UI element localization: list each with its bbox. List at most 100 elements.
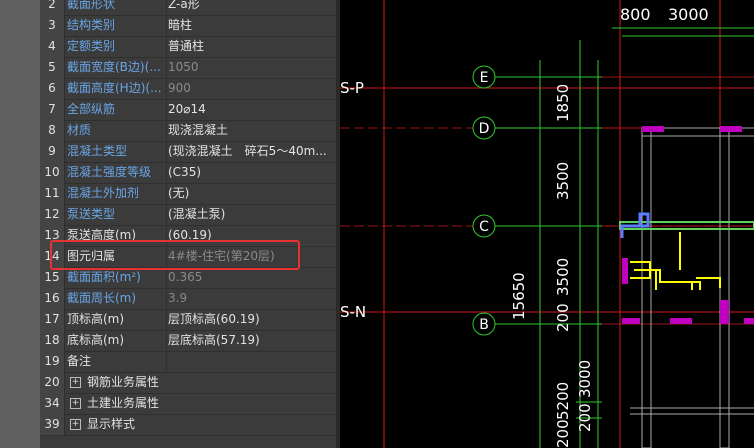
- expand-plus-icon[interactable]: +: [70, 419, 81, 430]
- vert-dim-3500b: 3500: [554, 258, 572, 296]
- row-number: 4: [40, 36, 65, 57]
- row-number: 16: [40, 288, 65, 309]
- vert-dim-3500a: 3500: [554, 162, 572, 200]
- property-value[interactable]: (混凝土泵): [166, 204, 336, 225]
- row-number: 19: [40, 351, 65, 372]
- group-label: 钢筋业务属性: [87, 375, 160, 389]
- property-name: 全部纵筋: [65, 99, 167, 120]
- property-name: 定额类别: [65, 36, 167, 57]
- row-number: 11: [40, 183, 65, 204]
- property-name: 顶标高(m): [65, 309, 167, 330]
- property-value[interactable]: [166, 351, 336, 372]
- property-value[interactable]: 0.365: [166, 267, 336, 288]
- properties-panel: 2 截面形状 Z-a形 3 结构类别 暗柱 4 定额类别 普通柱 5 截面宽度(B边)(... 105…: [0, 0, 340, 448]
- property-name: 截面周长(m): [65, 288, 167, 309]
- property-row[interactable]: 9 混凝土类型 (现浇混凝土 碎石5～40m...: [40, 141, 336, 163]
- property-value[interactable]: 普通柱: [166, 36, 336, 57]
- vert-dim-5200: 5200: [554, 382, 572, 420]
- property-group-row[interactable]: 34 + 土建业务属性: [40, 393, 336, 415]
- vert-dim-1850: 1850: [554, 84, 572, 122]
- property-name: 底标高(m): [65, 330, 167, 351]
- row-number: 2: [40, 0, 65, 15]
- property-value[interactable]: Z-a形: [166, 0, 336, 15]
- property-value[interactable]: (现浇混凝土 碎石5～40m...: [166, 141, 336, 162]
- property-name: 材质: [65, 120, 167, 141]
- property-name: 结构类别: [65, 15, 167, 36]
- row-number: 39: [40, 414, 65, 435]
- property-value[interactable]: 900: [166, 78, 336, 99]
- property-name: 截面面积(m²): [65, 267, 167, 288]
- property-row[interactable]: 5 截面宽度(B边)(... 1050: [40, 57, 336, 79]
- property-name: 截面宽度(B边)(...: [65, 57, 167, 78]
- property-row[interactable]: 16 截面周长(m) 3.9: [40, 288, 336, 310]
- vert-dim-3000: 3000: [576, 360, 594, 398]
- vert-dim-15650: 15650: [510, 272, 528, 320]
- row-number: 12: [40, 204, 65, 225]
- property-name: 备注: [65, 351, 167, 372]
- axis-label-d: D: [479, 121, 490, 137]
- property-value[interactable]: 层底标高(57.19): [166, 330, 336, 351]
- group-label: 显示样式: [87, 417, 136, 431]
- row-number: 20: [40, 372, 65, 393]
- property-row[interactable]: 3 结构类别 暗柱: [40, 15, 336, 37]
- property-value[interactable]: (C35): [166, 162, 336, 183]
- top-dim-800: 800: [620, 5, 651, 24]
- cad-drawing-canvas[interactable]: E D C B S-P S-N 800 3000 1850 3500 3500 …: [340, 0, 754, 448]
- property-name: 混凝土强度等级: [65, 162, 167, 183]
- property-row[interactable]: 8 材质 现浇混凝土: [40, 120, 336, 142]
- axis-label-c: C: [479, 219, 489, 235]
- row-number: 17: [40, 309, 65, 330]
- expand-plus-icon[interactable]: +: [70, 377, 81, 388]
- vert-dim-200a: 200: [554, 303, 572, 332]
- group-name[interactable]: + 显示样式: [65, 414, 337, 435]
- property-group-row[interactable]: 39 + 显示样式: [40, 414, 336, 436]
- property-row[interactable]: 6 截面高度(H边)(... 900: [40, 78, 336, 100]
- property-row[interactable]: 10 混凝土强度等级 (C35): [40, 162, 336, 184]
- property-value[interactable]: 1050: [166, 57, 336, 78]
- property-row[interactable]: 18 底标高(m) 层底标高(57.19): [40, 330, 336, 352]
- property-value[interactable]: (无): [166, 183, 336, 204]
- property-name: 泵送类型: [65, 204, 167, 225]
- property-value[interactable]: 暗柱: [166, 15, 336, 36]
- property-name: 截面高度(H边)(...: [65, 78, 167, 99]
- row-number: 34: [40, 393, 65, 414]
- section-label-sp: S-P: [340, 79, 364, 97]
- property-value[interactable]: 20⌀14: [166, 99, 336, 120]
- vert-dim-200b: 200: [576, 403, 594, 432]
- axis-label-b: B: [479, 317, 489, 333]
- property-row[interactable]: 4 定额类别 普通柱: [40, 36, 336, 58]
- property-value[interactable]: 现浇混凝土: [166, 120, 336, 141]
- property-row[interactable]: 7 全部纵筋 20⌀14: [40, 99, 336, 121]
- property-value[interactable]: 3.9: [166, 288, 336, 309]
- row-number: 3: [40, 15, 65, 36]
- group-label: 土建业务属性: [87, 396, 160, 410]
- group-name[interactable]: + 土建业务属性: [65, 393, 337, 414]
- property-name: 混凝土类型: [65, 141, 167, 162]
- top-dim-3000: 3000: [668, 5, 709, 24]
- property-name: 截面形状: [65, 0, 167, 15]
- property-name: 混凝土外加剂: [65, 183, 167, 204]
- cad-drawing-svg[interactable]: E D C B S-P S-N 800 3000 1850 3500 3500 …: [340, 0, 754, 448]
- row-number: 10: [40, 162, 65, 183]
- property-row[interactable]: 12 泵送类型 (混凝土泵): [40, 204, 336, 226]
- row-number: 5: [40, 57, 65, 78]
- property-value[interactable]: 层顶标高(60.19): [166, 309, 336, 330]
- property-row[interactable]: 2 截面形状 Z-a形: [40, 0, 336, 16]
- row-number: 6: [40, 78, 65, 99]
- group-name[interactable]: + 钢筋业务属性: [65, 372, 337, 393]
- axis-label-e: E: [480, 70, 489, 86]
- row-number: 8: [40, 120, 65, 141]
- row-number: 7: [40, 99, 65, 120]
- property-row[interactable]: 17 顶标高(m) 层顶标高(60.19): [40, 309, 336, 331]
- property-row[interactable]: 15 截面面积(m²) 0.365: [40, 267, 336, 289]
- section-label-sn: S-N: [340, 303, 366, 321]
- property-row[interactable]: 19 备注: [40, 351, 336, 373]
- expand-plus-icon[interactable]: +: [70, 398, 81, 409]
- vert-dim-200c: 200: [554, 419, 572, 448]
- property-group-row[interactable]: 20 + 钢筋业务属性: [40, 372, 336, 394]
- panel-gutter: [0, 0, 40, 448]
- row-number: 18: [40, 330, 65, 351]
- highlight-box: [50, 240, 300, 270]
- row-number: 15: [40, 267, 65, 288]
- property-row[interactable]: 11 混凝土外加剂 (无): [40, 183, 336, 205]
